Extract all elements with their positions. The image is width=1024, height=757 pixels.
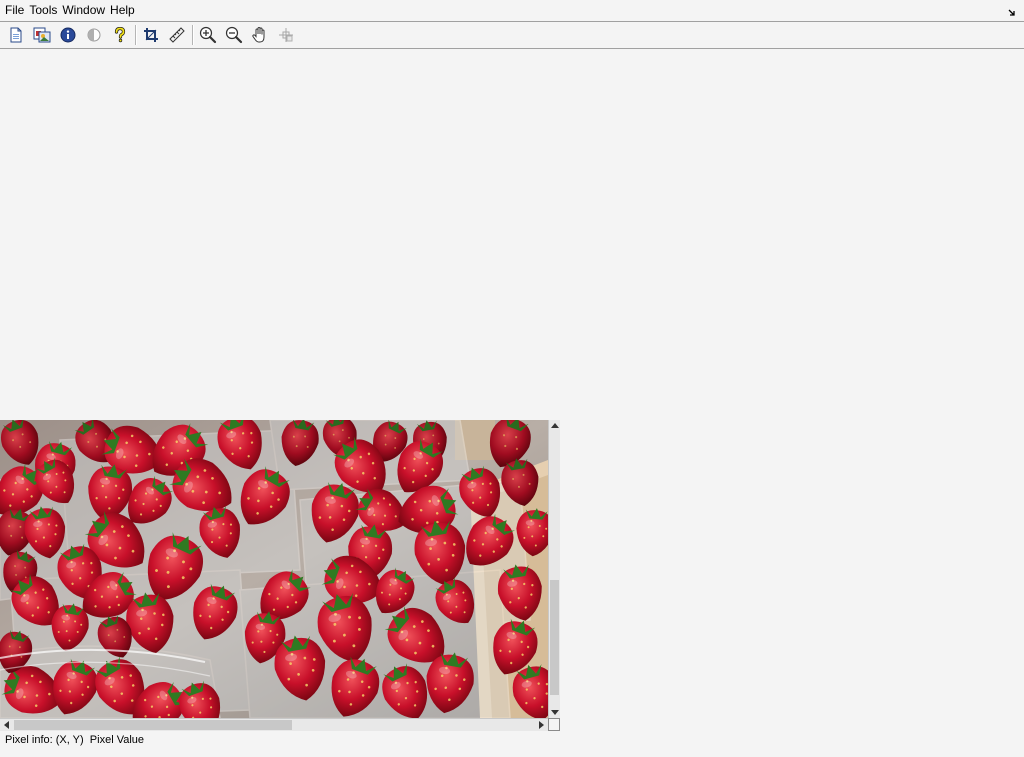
menu-file[interactable]: File [0,0,24,20]
toolbar [0,22,1024,48]
pan-hand-icon[interactable] [249,24,271,46]
dock-arrow-icon[interactable] [1008,6,1016,16]
crop-icon[interactable] [140,24,162,46]
toolbar-separator [135,25,137,45]
new-figure-icon[interactable] [5,24,27,46]
contrast-icon[interactable] [83,24,105,46]
export-image-icon[interactable] [31,24,53,46]
scroll-down-arrow-icon[interactable] [550,706,560,718]
pixel-info-label: Pixel info: [5,734,53,746]
menu-help[interactable]: Help [105,0,135,20]
toolbar-separator [192,25,194,45]
vertical-scroll-thumb[interactable] [550,580,559,695]
pixel-info-value: (X, Y) Pixel Value [55,734,145,746]
zoom-out-icon[interactable] [223,24,245,46]
zoom-in-icon[interactable] [197,24,219,46]
scroll-up-arrow-icon[interactable] [550,420,560,432]
menu-tools[interactable]: Tools [24,0,57,20]
horizontal-scrollbar[interactable] [0,718,548,731]
measure-distance-icon[interactable] [166,24,188,46]
scroll-right-arrow-icon[interactable] [535,719,547,731]
pixel-info-status: Pixel info: (X, Y) Pixel Value [5,733,144,747]
menu-bar: File Tools Window Help [0,0,1024,20]
vertical-scrollbar[interactable] [548,420,560,718]
scroll-corner [548,718,560,731]
image-info-icon[interactable] [57,24,79,46]
scroll-left-arrow-icon[interactable] [1,719,13,731]
pixel-region-icon[interactable] [275,24,297,46]
horizontal-scroll-thumb[interactable] [14,720,292,730]
image-viewport[interactable] [0,420,548,718]
help-icon[interactable] [109,24,131,46]
figure-canvas [0,49,1024,419]
menu-window[interactable]: Window [57,0,105,20]
strawberries-image [0,420,548,718]
